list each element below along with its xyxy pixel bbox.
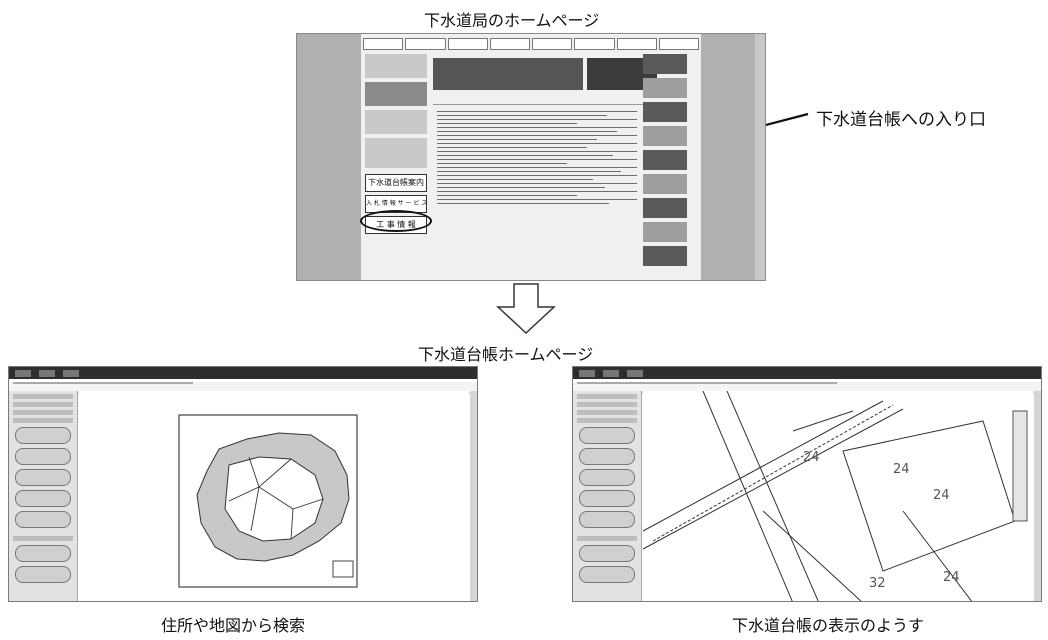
mascot-image	[365, 54, 427, 78]
map-number: 32	[869, 576, 886, 591]
tab[interactable]	[579, 369, 595, 377]
ledger-map-area[interactable]: 24 24 24 32 24	[642, 390, 1035, 602]
left-column: 下水道台帳案内 入 札 情 報 サ ー ビ ス 工 事 情 報	[365, 54, 427, 276]
nav-item[interactable]	[532, 38, 573, 50]
tab[interactable]	[63, 369, 79, 377]
tokyo-ward-map[interactable]	[79, 391, 471, 602]
news-list[interactable]	[437, 108, 637, 207]
sewer-ledger-map[interactable]: 24 24 24 32 24	[642, 390, 1035, 602]
nav-item[interactable]	[405, 38, 446, 50]
panel-button[interactable]	[15, 469, 71, 486]
main-banner[interactable]	[433, 58, 583, 90]
panel-button[interactable]	[579, 566, 635, 583]
nav-item[interactable]	[616, 38, 657, 50]
ledger-search-screenshot	[8, 366, 478, 602]
panel-button[interactable]	[15, 490, 71, 507]
map-area[interactable]	[79, 391, 469, 601]
panel-button[interactable]	[15, 566, 71, 583]
map-image	[365, 110, 427, 134]
window-titlebar	[9, 367, 477, 379]
panel-button[interactable]	[15, 448, 71, 465]
map-scrollbar[interactable]	[1034, 391, 1041, 601]
panel-button[interactable]	[579, 511, 635, 528]
right-banners[interactable]	[643, 54, 687, 276]
panel-button[interactable]	[579, 469, 635, 486]
down-arrow-icon	[496, 283, 556, 335]
nav-item[interactable]	[658, 38, 699, 50]
highlight-circle	[360, 210, 432, 232]
search-button[interactable]	[579, 427, 635, 444]
window-titlebar	[573, 367, 1041, 379]
ledger-display-screenshot: 24 24 24 32 24	[572, 366, 1042, 602]
map-number: 24	[803, 450, 820, 465]
tab[interactable]	[39, 369, 55, 377]
tab[interactable]	[627, 369, 643, 377]
panel-button[interactable]	[15, 545, 71, 562]
map-number: 24	[943, 570, 960, 585]
panel-button[interactable]	[579, 448, 635, 465]
page-margin-left	[297, 34, 361, 280]
map-number: 24	[893, 462, 910, 477]
homepage-screenshot: 下水道台帳案内 入 札 情 報 サ ー ビ ス 工 事 情 報	[296, 33, 766, 281]
banner-image	[365, 82, 427, 106]
link-box[interactable]	[365, 138, 427, 168]
top-navigation[interactable]	[363, 38, 699, 50]
map-number: 24	[933, 488, 950, 503]
search-panel	[573, 391, 642, 601]
nav-item[interactable]	[447, 38, 488, 50]
panel-button[interactable]	[579, 545, 635, 562]
homepage-scrollbar[interactable]	[755, 34, 765, 280]
panel-button[interactable]	[579, 490, 635, 507]
news-header	[433, 96, 643, 105]
nav-item[interactable]	[363, 38, 404, 50]
tab[interactable]	[603, 369, 619, 377]
nav-item[interactable]	[489, 38, 530, 50]
panel-button[interactable]	[15, 511, 71, 528]
nav-item[interactable]	[574, 38, 615, 50]
search-button[interactable]	[15, 427, 71, 444]
map-scrollbar[interactable]	[470, 391, 477, 601]
tab[interactable]	[15, 369, 31, 377]
homepage-body: 下水道台帳案内 入 札 情 報 サ ー ビ ス 工 事 情 報	[361, 34, 701, 280]
sewer-ledger-link[interactable]: 下水道台帳案内	[365, 174, 427, 192]
search-panel	[9, 391, 78, 601]
